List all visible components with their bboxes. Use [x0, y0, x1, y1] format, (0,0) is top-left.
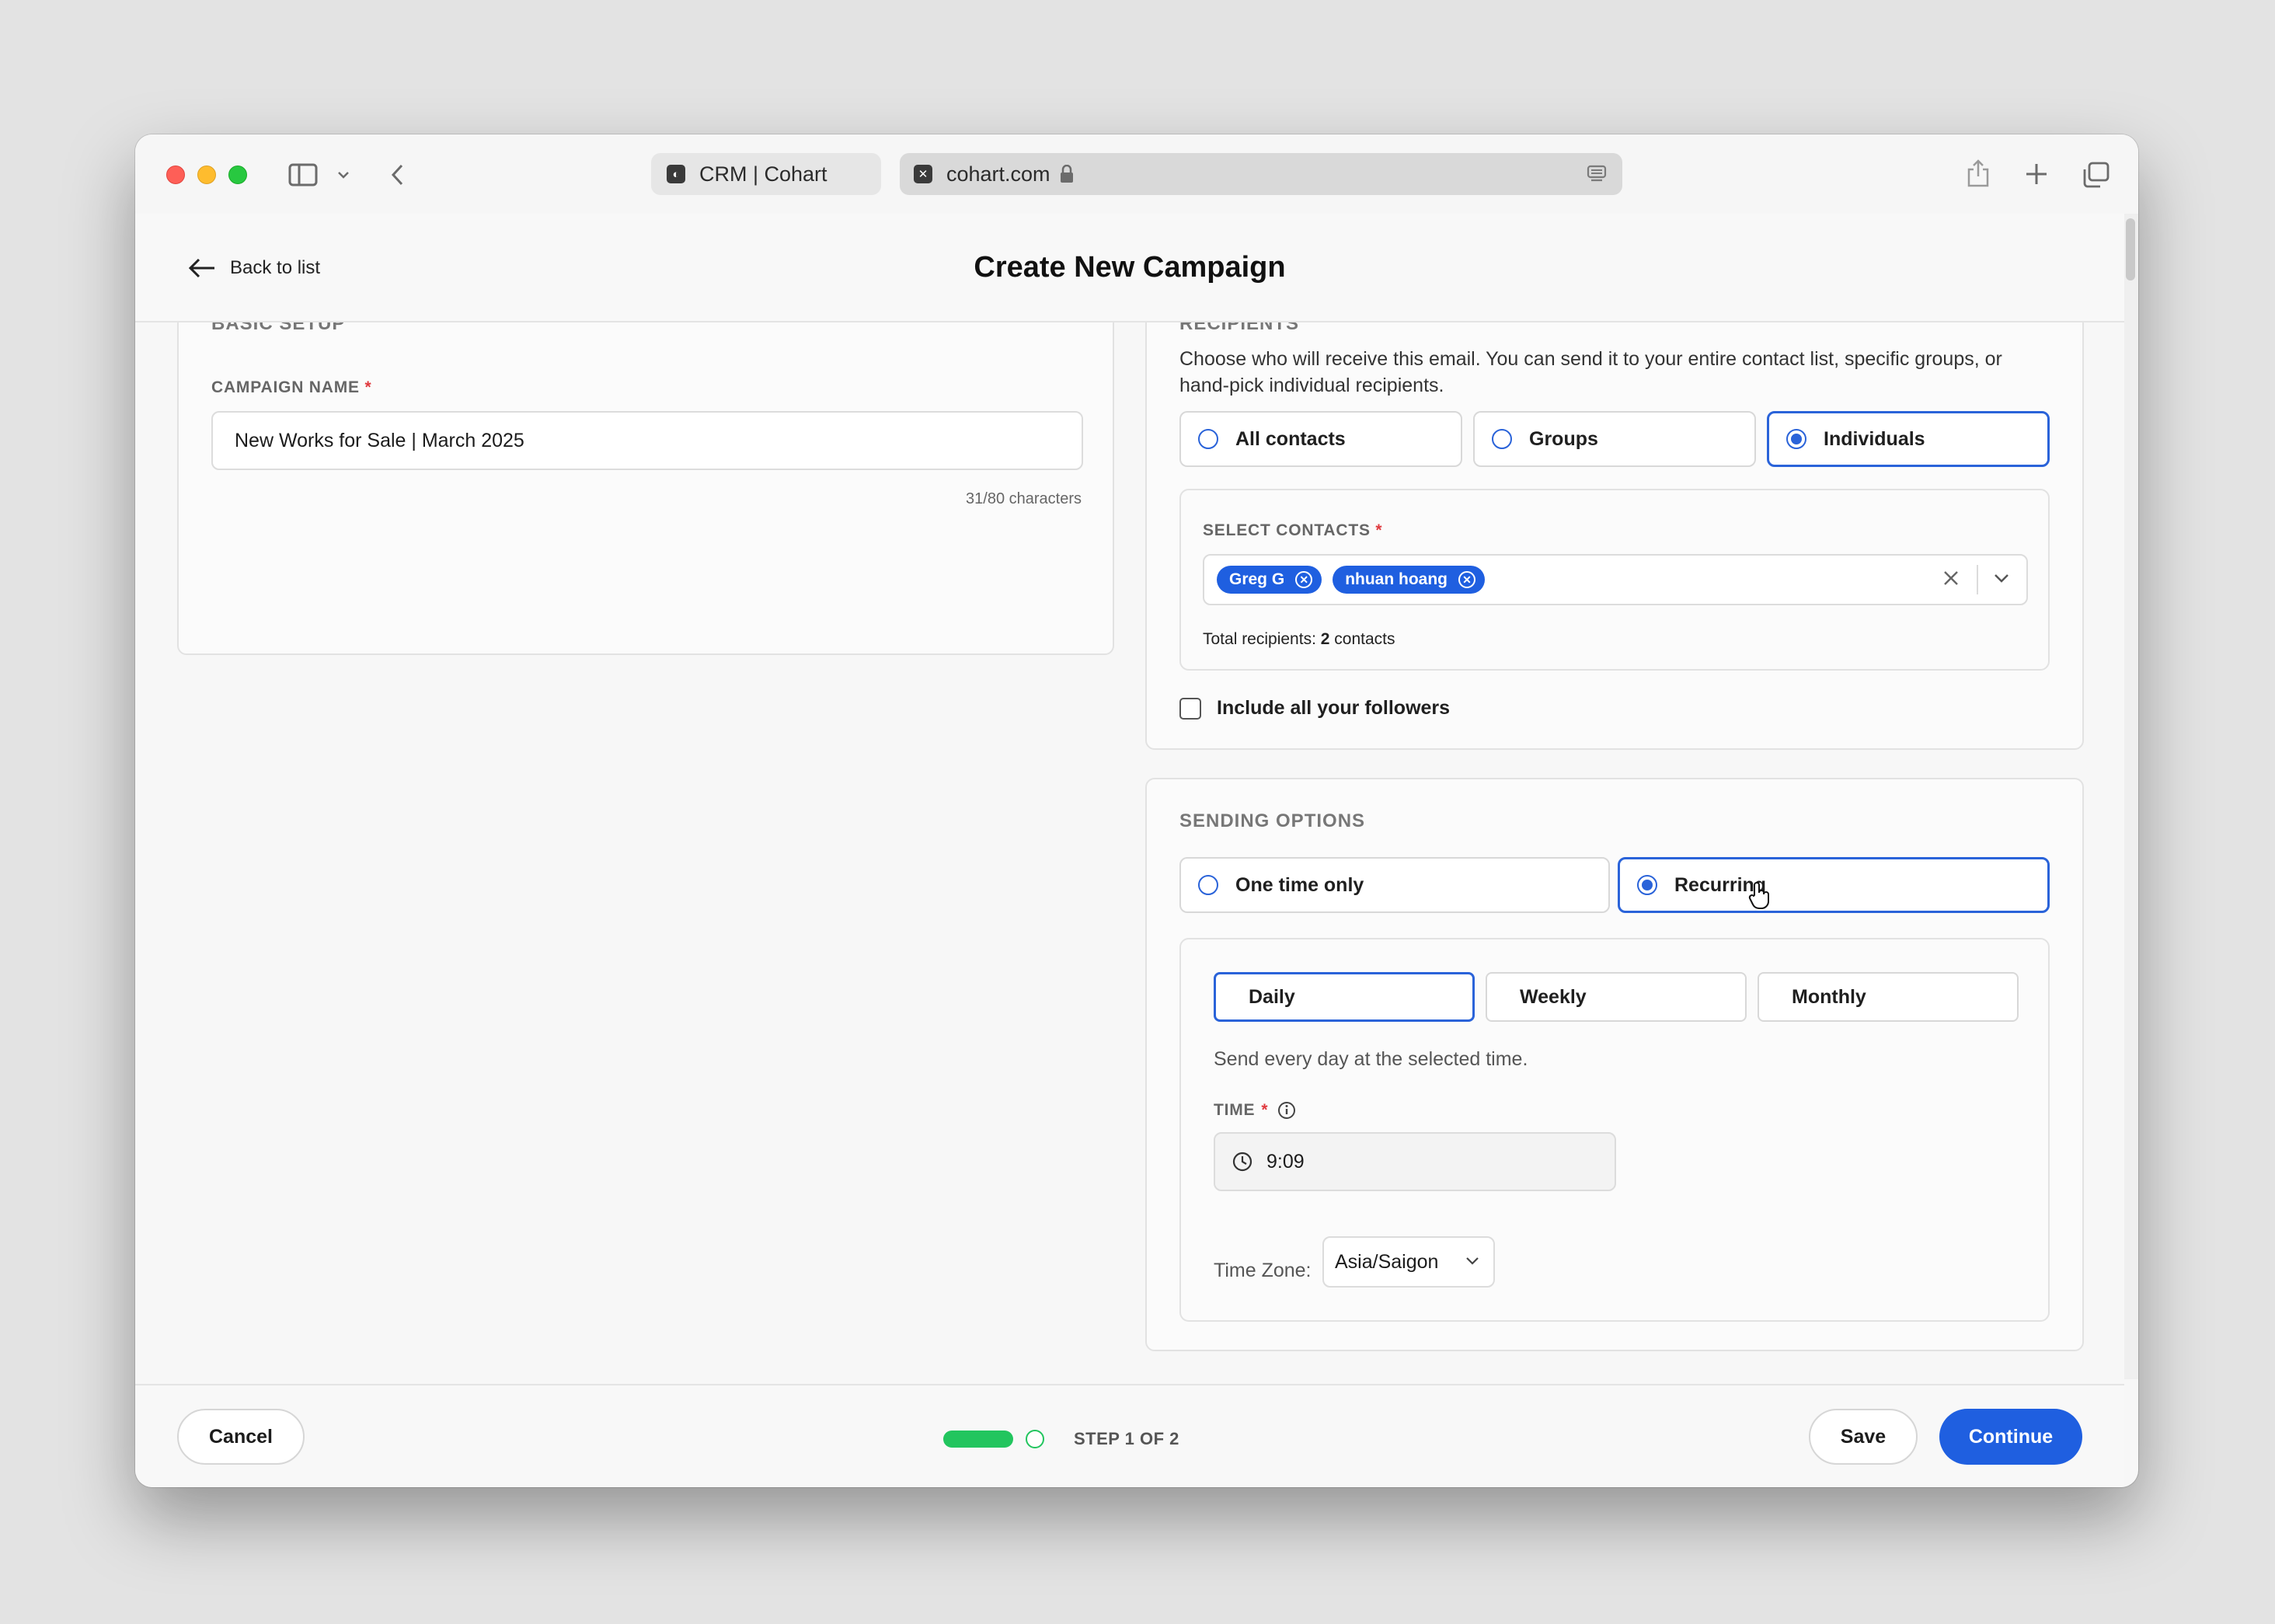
browser-window: ◐ CRM | Cohart ✕ cohart.com Back to list	[135, 134, 2138, 1487]
time-value: 9:09	[1266, 1150, 1305, 1173]
radio-circle-selected	[1637, 875, 1657, 895]
time-input[interactable]: 9:09	[1214, 1132, 1616, 1191]
tab-crm-cohart[interactable]: ◐ CRM | Cohart	[651, 153, 881, 195]
lock-icon	[1060, 165, 1074, 183]
page-title: Create New Campaign	[974, 251, 1286, 284]
campaign-name-value: New Works for Sale | March 2025	[235, 429, 524, 451]
required-mark: *	[364, 378, 372, 396]
chevron-down-icon[interactable]	[334, 166, 353, 184]
frequency-daily[interactable]: Daily	[1214, 972, 1475, 1022]
progress-step-complete	[943, 1431, 1013, 1448]
radio-circle	[1198, 875, 1218, 895]
url-text: cohart.com	[946, 162, 1050, 186]
radio-individuals[interactable]: Individuals	[1767, 411, 2050, 467]
radio-groups[interactable]: Groups	[1473, 411, 1756, 467]
frequency-weekly[interactable]: Weekly	[1486, 972, 1747, 1022]
recipients-description: Choose who will receive this email. You …	[1179, 348, 2002, 396]
info-icon[interactable]	[1277, 1101, 1296, 1120]
step-indicator: STEP 1 OF 2	[1074, 1429, 1179, 1448]
sending-options-heading: SENDING OPTIONS	[1179, 810, 1366, 831]
total-recipients-count: 2	[1320, 630, 1330, 648]
timezone-value: Asia/Saigon	[1335, 1250, 1439, 1273]
cohart-favicon-icon: ✕	[914, 165, 932, 183]
chip-label: Greg G	[1229, 570, 1285, 588]
close-window-button[interactable]	[166, 166, 185, 184]
total-recipients-suffix: contacts	[1329, 630, 1395, 648]
zoom-window-button[interactable]	[228, 166, 247, 184]
address-bar[interactable]: ✕ cohart.com	[900, 153, 1622, 195]
minimize-window-button[interactable]	[197, 166, 216, 184]
clear-selection-icon[interactable]	[1942, 570, 1960, 587]
browser-toolbar: ◐ CRM | Cohart ✕ cohart.com	[135, 134, 2138, 214]
progress-step-pending	[1026, 1430, 1044, 1448]
radio-label: Individuals	[1824, 427, 1925, 450]
frequency-hint: Send every day at the selected time.	[1214, 1048, 1528, 1070]
radio-circle-selected	[1786, 429, 1806, 449]
new-tab-icon[interactable]	[2023, 161, 2050, 187]
radio-label: One time only	[1235, 873, 1364, 896]
select-contacts-panel: SELECT CONTACTS * Greg G ✕ nhuan hoang ✕	[1179, 489, 2050, 671]
scrollbar-thumb[interactable]	[2126, 218, 2135, 281]
sidebar-toggle-icon[interactable]	[287, 161, 319, 189]
footer-bar: Cancel STEP 1 OF 2 Save Continue	[135, 1384, 2124, 1487]
basic-setup-card: BASIC SETUP CAMPAIGN NAME * New Works fo…	[177, 322, 1114, 655]
total-recipients-prefix: Total recipients:	[1203, 630, 1321, 648]
required-mark: *	[1375, 521, 1383, 539]
radio-recurring[interactable]: Recurring	[1618, 857, 2050, 913]
tab-overview-icon[interactable]	[2081, 161, 2110, 189]
campaign-name-label: CAMPAIGN NAME *	[211, 378, 371, 397]
continue-button[interactable]: Continue	[1939, 1409, 2082, 1465]
total-recipients: Total recipients: 2 contacts	[1203, 630, 1395, 649]
save-button[interactable]: Save	[1809, 1409, 1918, 1465]
tab-label: CRM | Cohart	[699, 162, 827, 186]
required-mark: *	[1261, 1101, 1269, 1119]
scrollbar-track[interactable]	[2124, 214, 2138, 1379]
cohart-favicon-icon: ◐	[667, 165, 685, 183]
radio-circle	[1492, 429, 1512, 449]
basic-setup-heading: BASIC SETUP	[211, 322, 346, 334]
clock-icon	[1232, 1152, 1252, 1172]
radio-all-contacts[interactable]: All contacts	[1179, 411, 1462, 467]
time-label: TIME *	[1214, 1101, 1296, 1120]
recipients-card: RECIPIENTS Choose who will receive this …	[1145, 322, 2084, 750]
radio-label: Groups	[1529, 427, 1598, 450]
hand-cursor-icon	[1747, 881, 1771, 909]
radio-one-time-only[interactable]: One time only	[1179, 857, 1610, 913]
select-contacts-label: SELECT CONTACTS *	[1203, 521, 1382, 540]
remove-chip-icon[interactable]: ✕	[1295, 571, 1313, 588]
chevron-down-icon	[1465, 1256, 1479, 1266]
sending-options-card: SENDING OPTIONS One time only Recurring …	[1145, 778, 2084, 1351]
contact-chip: Greg G ✕	[1217, 566, 1322, 594]
recipients-heading: RECIPIENTS	[1179, 322, 1300, 334]
back-icon[interactable]	[385, 161, 409, 189]
followers-label: Include all your followers	[1217, 697, 1451, 719]
divider	[1977, 565, 1978, 594]
radio-circle	[1198, 429, 1218, 449]
timezone-select[interactable]: Asia/Saigon	[1322, 1236, 1495, 1288]
frequency-monthly[interactable]: Monthly	[1758, 972, 2019, 1022]
include-followers-option[interactable]: Include all your followers	[1179, 697, 1450, 720]
select-contacts-label-text: SELECT CONTACTS	[1203, 521, 1371, 539]
timezone-label: Time Zone:	[1214, 1260, 1312, 1281]
page-header: Back to list Create New Campaign	[135, 214, 2124, 322]
share-icon[interactable]	[1964, 158, 1992, 189]
recurring-panel: Daily Weekly Monthly Send every day at t…	[1179, 938, 2050, 1322]
campaign-name-input[interactable]: New Works for Sale | March 2025	[211, 411, 1083, 470]
chip-label: nhuan hoang	[1345, 570, 1448, 588]
cancel-button[interactable]: Cancel	[177, 1409, 305, 1465]
reader-mode-icon[interactable]	[1587, 164, 1607, 184]
main-content: BASIC SETUP CAMPAIGN NAME * New Works fo…	[135, 322, 2124, 1384]
chevron-down-icon[interactable]	[1994, 573, 2009, 584]
campaign-name-label-text: CAMPAIGN NAME	[211, 378, 360, 396]
followers-checkbox[interactable]	[1179, 697, 1201, 720]
time-label-text: TIME	[1214, 1101, 1256, 1119]
remove-chip-icon[interactable]: ✕	[1458, 571, 1476, 588]
contact-chip: nhuan hoang ✕	[1333, 566, 1486, 594]
character-count: 31/80 characters	[966, 490, 1082, 507]
contacts-multiselect[interactable]: Greg G ✕ nhuan hoang ✕	[1203, 554, 2028, 605]
radio-label: All contacts	[1235, 427, 1346, 450]
